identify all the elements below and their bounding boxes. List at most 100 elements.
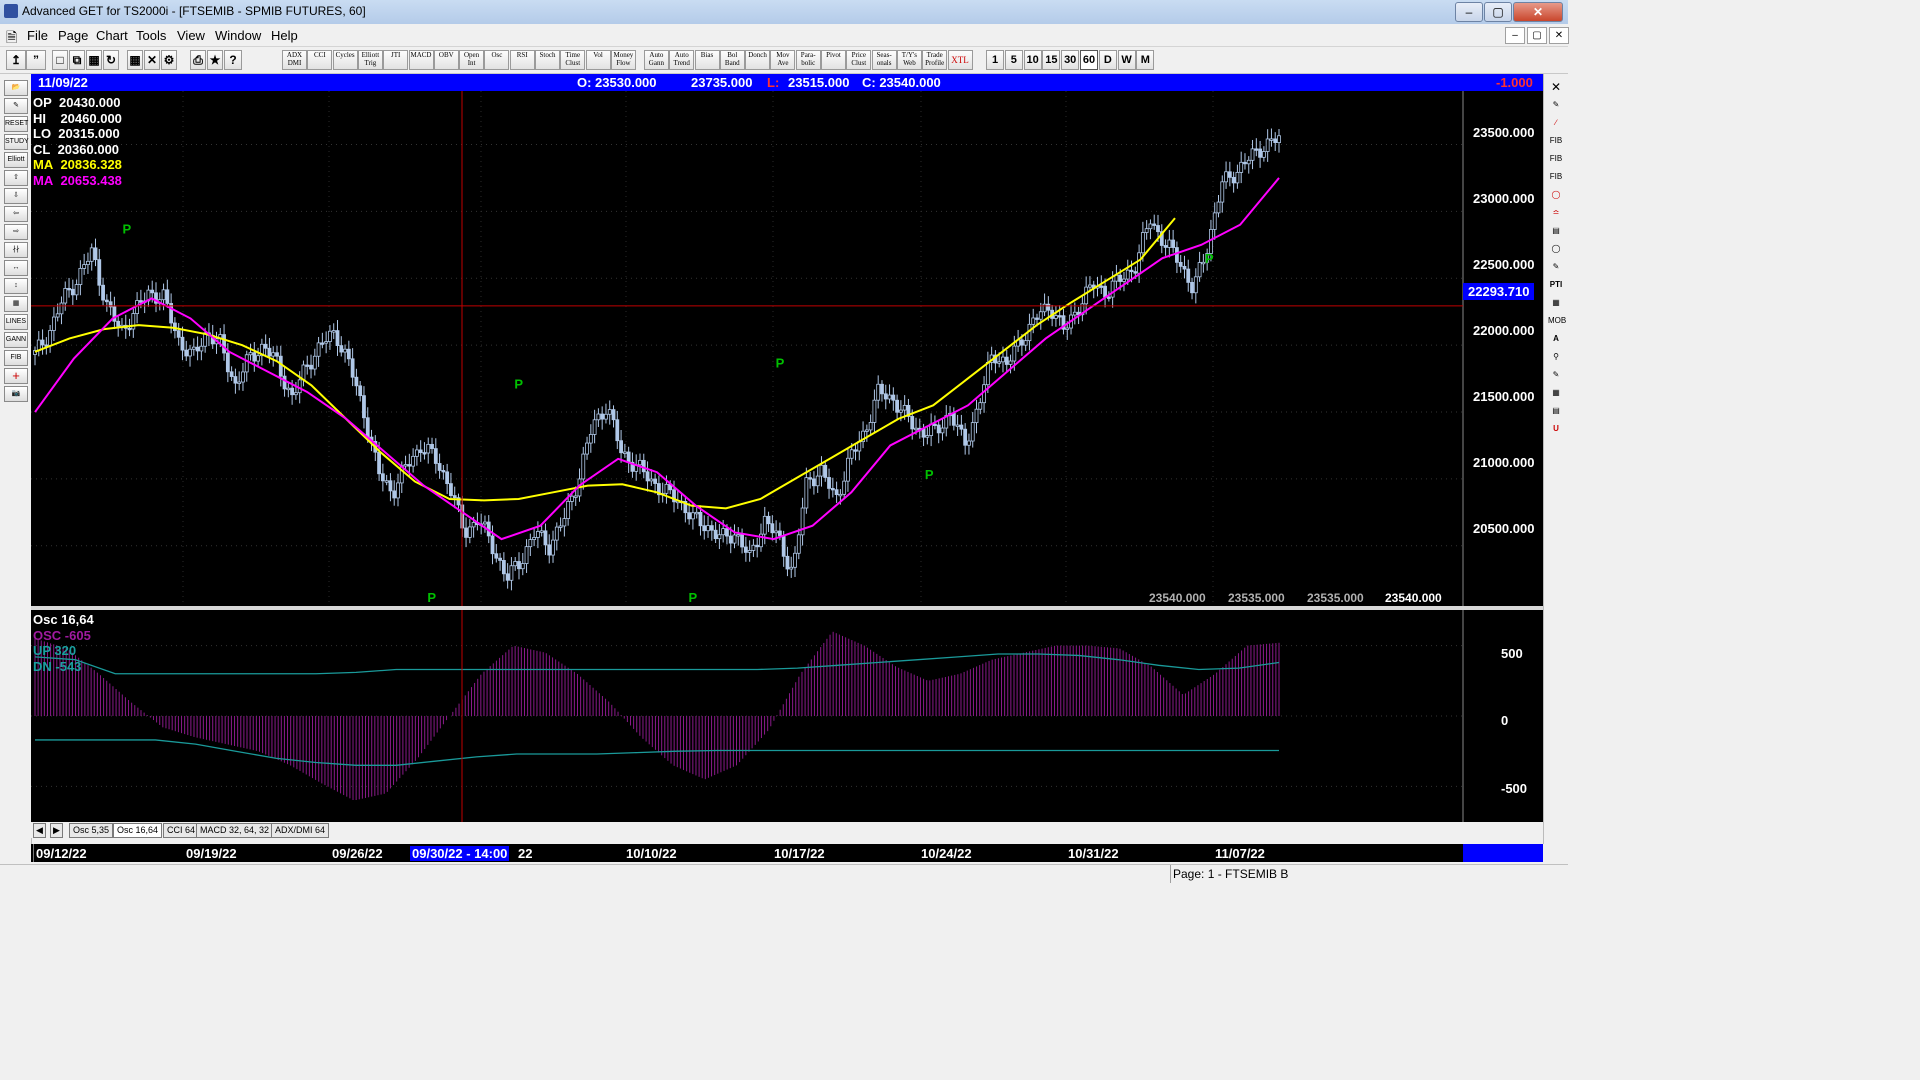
study-button[interactable]: Auto Gann	[643, 50, 669, 70]
study-button[interactable]: Trade Profile	[922, 50, 948, 70]
study-button[interactable]: Seas-onals	[871, 50, 897, 70]
help-icon[interactable]: ?	[224, 50, 242, 70]
price-chart-panel[interactable]: P P P P P P P OP 20430.000 HI 20460.000 LO 203…	[31, 91, 1543, 606]
new-page-icon[interactable]: □	[52, 50, 68, 70]
study-button[interactable]: JTI	[383, 50, 409, 70]
calc-icon[interactable]: ▦	[1548, 386, 1564, 400]
zoom-horizontal-icon[interactable]: ↔	[4, 260, 28, 276]
text-tool-icon[interactable]: A	[1548, 332, 1564, 346]
tab-cci-64[interactable]: CCI 64	[163, 823, 200, 838]
interval-button[interactable]: D	[1098, 50, 1117, 70]
channel-icon[interactable]: ▤	[1548, 224, 1564, 238]
arrow-left-icon[interactable]: ⇦	[4, 206, 28, 222]
interval-button[interactable]: 10	[1023, 50, 1042, 70]
tab-osc-16-64[interactable]: Osc 16,64	[113, 823, 163, 838]
fib-ext-icon[interactable]: FIB	[1548, 152, 1564, 166]
study-button[interactable]: Mov Ave	[770, 50, 796, 70]
quote-tool-icon[interactable]: ”	[26, 50, 46, 70]
study-button[interactable]: RSI	[509, 50, 535, 70]
trendline-icon[interactable]: ∕	[1548, 116, 1564, 130]
tab-osc-5-35[interactable]: Osc 5,35	[69, 823, 114, 838]
copy-icon[interactable]: ⧉	[69, 50, 85, 70]
interval-button[interactable]: 1	[986, 50, 1004, 70]
layout-icon[interactable]: ▦	[86, 50, 102, 70]
crosshair-icon[interactable]: +	[4, 368, 28, 384]
study-button[interactable]: Vol	[585, 50, 611, 70]
cycle-icon[interactable]: ◯	[1548, 188, 1564, 202]
oscillator-panel[interactable]: Osc 16,64 OSC -605 UP 320 DN -543 500 0 …	[31, 610, 1543, 822]
notes-icon[interactable]: ▤	[1548, 404, 1564, 418]
arrow-right-icon[interactable]: ⇨	[4, 224, 28, 240]
fan-icon[interactable]: ≏	[1548, 206, 1564, 220]
study-button[interactable]: T/Y's Web	[896, 50, 922, 70]
menu-tools[interactable]: Tools	[136, 28, 166, 43]
study-button[interactable]: Osc	[484, 50, 510, 70]
menu-view[interactable]: View	[177, 28, 205, 43]
menu-page[interactable]: Page	[58, 28, 88, 43]
study-button[interactable]: MACD	[408, 50, 434, 70]
menu-help[interactable]: Help	[271, 28, 298, 43]
delete-drawing-icon[interactable]: ✕	[1548, 80, 1564, 94]
menu-window[interactable]: Window	[215, 28, 261, 43]
pen-icon[interactable]: ✎	[1548, 98, 1564, 112]
table-icon[interactable]: ▦	[1548, 296, 1564, 310]
print-icon[interactable]: ⎙	[190, 50, 206, 70]
arrow-down-icon[interactable]: ⇩	[4, 188, 28, 204]
menu-file[interactable]: File	[27, 28, 48, 43]
grid-tool-icon[interactable]: ▦	[4, 296, 28, 312]
study-button[interactable]: CCI	[307, 50, 333, 70]
brush-icon[interactable]: ✎	[1548, 260, 1564, 274]
study-button[interactable]: Open Int	[459, 50, 485, 70]
study-button[interactable]: Bias	[694, 50, 720, 70]
reset-icon[interactable]: RESET	[4, 116, 28, 132]
study-button[interactable]: Para-bolic	[795, 50, 821, 70]
study-button[interactable]: Donch	[745, 50, 771, 70]
study-button[interactable]: Auto Trend	[669, 50, 695, 70]
lines-icon[interactable]: LINES	[4, 314, 28, 330]
study-button[interactable]: Elliott Trig	[357, 50, 383, 70]
refresh-icon[interactable]: ↻	[103, 50, 119, 70]
price-chart[interactable]: P P P P P P P	[31, 91, 1543, 606]
interval-button[interactable]: 15	[1042, 50, 1061, 70]
arrow-up-icon[interactable]: ⇧	[4, 170, 28, 186]
study-button[interactable]: ADX DMI	[282, 50, 307, 70]
maximize-button[interactable]: ▢	[1484, 2, 1512, 22]
delete-icon[interactable]: ✕	[144, 50, 160, 70]
study-button[interactable]: Time Clust	[560, 50, 586, 70]
study-button[interactable]: Bol Band	[719, 50, 745, 70]
study-button[interactable]: Cycles	[332, 50, 358, 70]
close-button[interactable]: ✕	[1513, 2, 1563, 22]
mob-icon[interactable]: MOB	[1548, 314, 1566, 328]
cursor-tool-icon[interactable]: ↥	[6, 50, 26, 70]
fib-ret-icon[interactable]: FIB	[1548, 134, 1564, 148]
draw-tool-icon[interactable]: ✎	[4, 98, 28, 114]
study-button[interactable]: Pivot	[821, 50, 846, 70]
tab-adx-dmi[interactable]: ADX/DMI 64	[271, 823, 330, 838]
grid-icon[interactable]: ▦	[127, 50, 143, 70]
undo-icon[interactable]: U	[1548, 422, 1564, 436]
snapshot-icon[interactable]: 📷	[4, 386, 28, 402]
interval-button[interactable]: W	[1117, 50, 1136, 70]
pti-icon[interactable]: PTI	[1548, 278, 1564, 292]
fib-time-icon[interactable]: FIB	[1548, 170, 1564, 184]
bars-icon[interactable]: ∤∤	[4, 242, 28, 258]
study-button[interactable]: OBV	[433, 50, 459, 70]
tab-scroll-right[interactable]: ▶	[50, 823, 63, 838]
mdi-close-button[interactable]: ✕	[1549, 27, 1569, 44]
study-button[interactable]: Price Clust	[846, 50, 872, 70]
mdi-minimize-button[interactable]: –	[1505, 27, 1525, 44]
interval-button[interactable]: 5	[1004, 50, 1023, 70]
hint-icon[interactable]: ★	[207, 50, 223, 70]
study-button[interactable]: Money Flow	[610, 50, 636, 70]
magnifier-icon[interactable]: ⚲	[1548, 350, 1564, 364]
mdi-restore-button[interactable]: ▢	[1527, 27, 1547, 44]
interval-button[interactable]: 30	[1061, 50, 1080, 70]
study-icon[interactable]: STUDY	[4, 134, 29, 150]
fib-icon[interactable]: FIB	[4, 350, 28, 366]
settings-icon[interactable]: ⚙	[161, 50, 177, 70]
zoom-vertical-icon[interactable]: ↕	[4, 278, 28, 294]
tab-scroll-left[interactable]: ◀	[33, 823, 46, 838]
study-button[interactable]: XTL	[947, 50, 973, 70]
ellipse-icon[interactable]: ◯	[1548, 242, 1564, 256]
oscillator-chart[interactable]	[31, 610, 1543, 822]
